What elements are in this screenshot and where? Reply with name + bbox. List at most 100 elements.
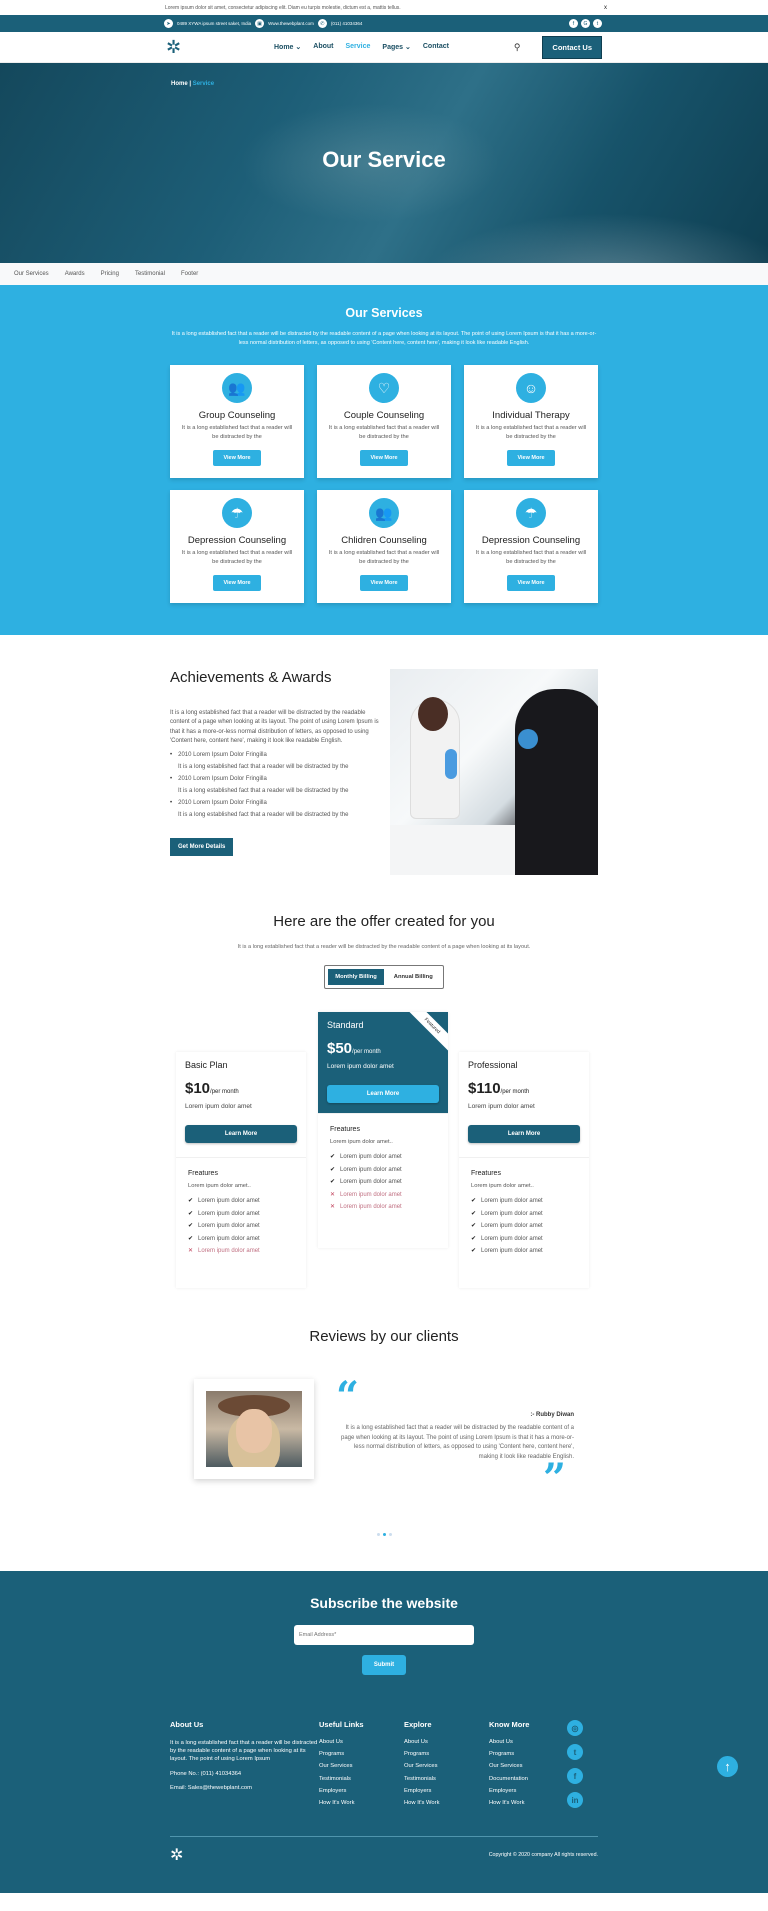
plan-name: Basic Plan — [185, 1060, 228, 1070]
check-icon: ✔ — [471, 1210, 477, 1217]
annual-billing-tab[interactable]: Annual Billing — [387, 969, 440, 985]
footer-link[interactable]: Employers — [489, 1788, 567, 1794]
awards-lead: It is a long established fact that a rea… — [170, 710, 379, 744]
client-photo — [194, 1379, 314, 1479]
footer-logo-icon[interactable]: ✲ — [170, 1845, 183, 1865]
view-more-button[interactable]: View More — [213, 575, 261, 591]
feature-item: ✔ Lorem ipum dolor amet — [471, 1248, 543, 1254]
reviewer-name: :- Rubby Diwan — [530, 1412, 574, 1418]
nav-item-pages[interactable]: Pages ⌄ — [382, 43, 410, 51]
website-link[interactable]: Www.thewebplant.com — [268, 21, 314, 26]
feature-item: ✕ Lorem ipum dolor amet — [188, 1248, 260, 1254]
footer-link[interactable]: How It's Work — [319, 1800, 404, 1806]
footer-link[interactable]: How It's Work — [489, 1800, 567, 1806]
hero-banner: Home | Service Our Service — [0, 63, 768, 263]
feature-item: ✔ Lorem ipum dolor amet — [188, 1223, 260, 1229]
nav-item-home[interactable]: Home ⌄ — [274, 43, 301, 51]
google-icon[interactable]: G — [581, 19, 590, 28]
open-quote-icon: “ — [336, 1373, 360, 1420]
check-icon: ✔ — [471, 1235, 477, 1242]
linkedin-icon[interactable]: in — [567, 1792, 583, 1808]
plan-price: $10/per month — [185, 1080, 239, 1097]
submit-button[interactable]: Submit — [361, 1655, 407, 1675]
breadcrumb-home[interactable]: Home — [171, 81, 188, 87]
services-lead: It is a long established fact that a rea… — [171, 331, 597, 346]
view-more-button[interactable]: View More — [507, 575, 555, 591]
email-input[interactable] — [294, 1625, 474, 1645]
check-icon: ✔ — [330, 1154, 336, 1160]
nav-item-contact[interactable]: Contact — [423, 43, 449, 51]
carousel-dot[interactable] — [382, 1533, 386, 1536]
facebook-icon[interactable]: f — [567, 1768, 583, 1784]
view-more-button[interactable]: View More — [507, 450, 555, 466]
footer-phone: Phone No.: (011) 41034364 — [170, 1771, 242, 1777]
search-icon[interactable]: ⚲ — [514, 42, 521, 53]
instagram-icon[interactable]: ◎ — [567, 1720, 583, 1736]
section-tab-pricing[interactable]: Pricing — [101, 271, 119, 277]
contact-us-button[interactable]: Contact Us — [542, 35, 602, 59]
footer-link[interactable]: Documentation — [489, 1776, 567, 1782]
learn-more-button[interactable]: Learn More — [185, 1125, 297, 1143]
scroll-to-top-icon[interactable]: ↑ — [717, 1756, 738, 1777]
pricing-lead: It is a long established fact that a rea… — [237, 944, 531, 950]
nav-item-about[interactable]: About — [313, 43, 333, 51]
logo-icon[interactable]: ✲ — [166, 37, 188, 57]
get-more-details-button[interactable]: Get More Details — [170, 838, 234, 857]
carousel-dot[interactable] — [376, 1533, 380, 1536]
close-quote-icon: ” — [542, 1455, 566, 1502]
pricing-title: Here are the offer created for you — [273, 913, 495, 930]
learn-more-button[interactable]: Learn More — [468, 1125, 580, 1143]
service-title: Depression Counseling — [187, 535, 287, 546]
cross-icon: ✕ — [330, 1191, 336, 1198]
subscribe-title: Subscribe the website — [310, 1595, 458, 1611]
footer-link[interactable]: Our Services — [489, 1763, 567, 1769]
facebook-icon[interactable]: f — [569, 19, 578, 28]
footer-link[interactable]: Testimonials — [319, 1776, 404, 1782]
plan-price: $110/per month — [468, 1080, 530, 1097]
plan-card-basic: Basic Plan $10/per month Lorem ipum dolo… — [176, 1052, 306, 1288]
footer-link[interactable]: Employers — [319, 1788, 404, 1794]
features-title: Freatures — [188, 1170, 218, 1177]
twitter-icon[interactable]: t — [593, 19, 602, 28]
check-icon: ✔ — [188, 1223, 194, 1229]
check-icon: ✔ — [471, 1223, 477, 1229]
footer-link[interactable]: About Us — [489, 1739, 567, 1745]
check-icon: ✔ — [188, 1198, 194, 1204]
nav-item-service[interactable]: Service — [346, 43, 371, 51]
footer-link[interactable]: Our Services — [404, 1763, 489, 1769]
features-lead: Lorem ipum dolor amet.. — [471, 1183, 534, 1189]
close-icon[interactable]: x — [604, 5, 607, 11]
view-more-button[interactable]: View More — [360, 450, 408, 466]
awards-section: Achievements & Awards It is a long estab… — [0, 635, 768, 905]
plan-name: Professional — [468, 1060, 518, 1070]
footer-about: About Us It is a long established fact t… — [170, 1720, 319, 1791]
section-tab-testimonial[interactable]: Testimonial — [135, 271, 165, 277]
carousel-dot[interactable] — [388, 1533, 392, 1536]
footer-link[interactable]: About Us — [404, 1739, 489, 1745]
footer-link[interactable]: Employers — [404, 1788, 489, 1794]
check-icon: ✔ — [471, 1198, 477, 1204]
twitter-icon[interactable]: t — [567, 1744, 583, 1760]
learn-more-button[interactable]: Learn More — [327, 1085, 439, 1103]
view-more-button[interactable]: View More — [360, 575, 408, 591]
monthly-billing-tab[interactable]: Monthly Billing — [328, 969, 384, 985]
footer-link[interactable]: Testimonials — [404, 1776, 489, 1782]
footer-link[interactable]: About Us — [319, 1739, 404, 1745]
check-icon: ✔ — [330, 1166, 336, 1173]
footer-link[interactable]: Programs — [319, 1751, 404, 1757]
subscribe-form: Submit — [0, 1623, 768, 1675]
footer-link[interactable]: How It's Work — [404, 1800, 489, 1806]
footer-link[interactable]: Programs — [404, 1751, 489, 1757]
view-more-button[interactable]: View More — [213, 450, 261, 466]
chevron-down-icon: ⌄ — [405, 44, 411, 51]
section-tab-footer[interactable]: Footer — [181, 271, 198, 277]
footer-link[interactable]: Our Services — [319, 1763, 404, 1769]
copyright-text: Copyright © 2020 company All rights rese… — [488, 1852, 598, 1859]
services-grid: 👥 Group Counseling It is a long establis… — [170, 365, 598, 603]
feature-item: ✔ Lorem ipum dolor amet — [471, 1235, 543, 1242]
section-tab-awards[interactable]: Awards — [65, 271, 85, 277]
footer-email[interactable]: Email: Sales@thewebplant.com — [170, 1785, 319, 1791]
section-tab-services[interactable]: Our Services — [14, 271, 49, 277]
couple-heart-icon: ♡ — [369, 373, 399, 403]
footer-link[interactable]: Programs — [489, 1751, 567, 1757]
